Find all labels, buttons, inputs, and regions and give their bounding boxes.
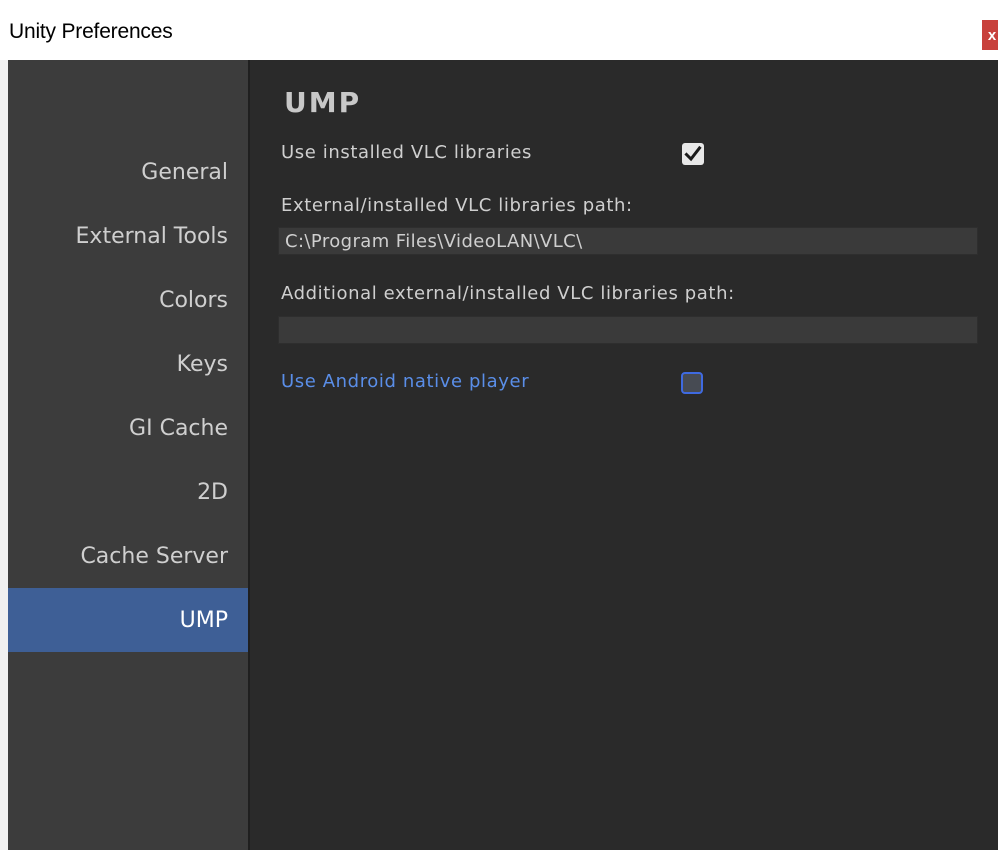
sidebar: General External Tools Colors Keys GI Ca… xyxy=(8,60,248,850)
sidebar-item-label: Keys xyxy=(176,351,228,377)
external-path-label: External/installed VLC libraries path: xyxy=(281,195,633,216)
sidebar-item-2d[interactable]: 2D xyxy=(8,460,248,524)
sidebar-item-ump[interactable]: UMP xyxy=(8,588,248,652)
sidebar-item-label: External Tools xyxy=(75,223,228,249)
sidebar-item-label: Cache Server xyxy=(80,543,228,569)
sidebar-item-gi-cache[interactable]: GI Cache xyxy=(8,396,248,460)
android-native-checkbox[interactable] xyxy=(681,372,703,394)
ump-settings-panel: UMP Use installed VLC libraries External… xyxy=(250,60,998,850)
window-title: Unity Preferences xyxy=(9,20,173,43)
additional-path-input[interactable] xyxy=(278,316,978,344)
external-path-input[interactable] xyxy=(278,227,978,255)
additional-path-label: Additional external/installed VLC librar… xyxy=(281,283,735,304)
sidebar-item-label: 2D xyxy=(197,479,228,505)
preferences-window: General External Tools Colors Keys GI Ca… xyxy=(8,60,998,850)
close-button[interactable]: x xyxy=(982,20,998,50)
android-native-label[interactable]: Use Android native player xyxy=(281,371,529,392)
checkmark-icon xyxy=(684,145,702,162)
sidebar-item-general[interactable]: General xyxy=(8,140,248,204)
sidebar-item-label: Colors xyxy=(159,287,228,313)
sidebar-item-colors[interactable]: Colors xyxy=(8,268,248,332)
sidebar-item-external-tools[interactable]: External Tools xyxy=(8,204,248,268)
use-installed-vlc-checkbox[interactable] xyxy=(682,143,704,165)
title-bar: Unity Preferences x xyxy=(0,0,998,60)
sidebar-item-cache-server[interactable]: Cache Server xyxy=(8,524,248,588)
close-icon: x xyxy=(987,26,997,44)
sidebar-item-label: General xyxy=(141,159,228,185)
sidebar-item-keys[interactable]: Keys xyxy=(8,332,248,396)
sidebar-item-label: UMP xyxy=(179,607,228,633)
sidebar-item-label: GI Cache xyxy=(129,415,228,441)
use-installed-vlc-label: Use installed VLC libraries xyxy=(281,142,532,163)
section-heading: UMP xyxy=(284,86,362,119)
